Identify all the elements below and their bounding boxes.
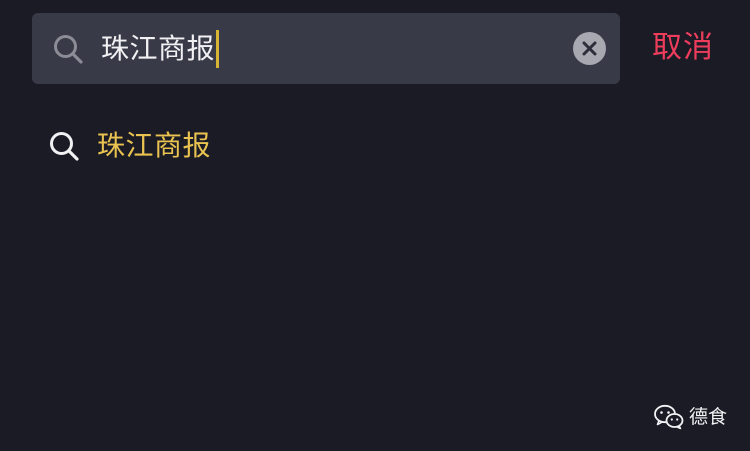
search-icon [50,132,79,161]
search-page: 珠江商报 取消 珠江商报 德食 [0,0,750,451]
wechat-icon [654,404,684,430]
search-suggestion-item[interactable]: 珠江商报 [48,124,211,168]
clear-icon [582,41,597,56]
suggestion-text: 珠江商报 [97,129,212,162]
watermark-text: 德食 [689,406,728,428]
search-query-text: 珠江商报 [101,32,216,65]
clear-button[interactable] [573,32,606,65]
watermark: 德食 [654,400,727,434]
search-input[interactable]: 珠江商报 [101,29,220,69]
text-cursor [216,30,220,68]
search-icon [54,35,83,64]
cancel-button[interactable]: 取消 [652,26,714,70]
search-bar[interactable]: 珠江商报 [32,13,620,84]
